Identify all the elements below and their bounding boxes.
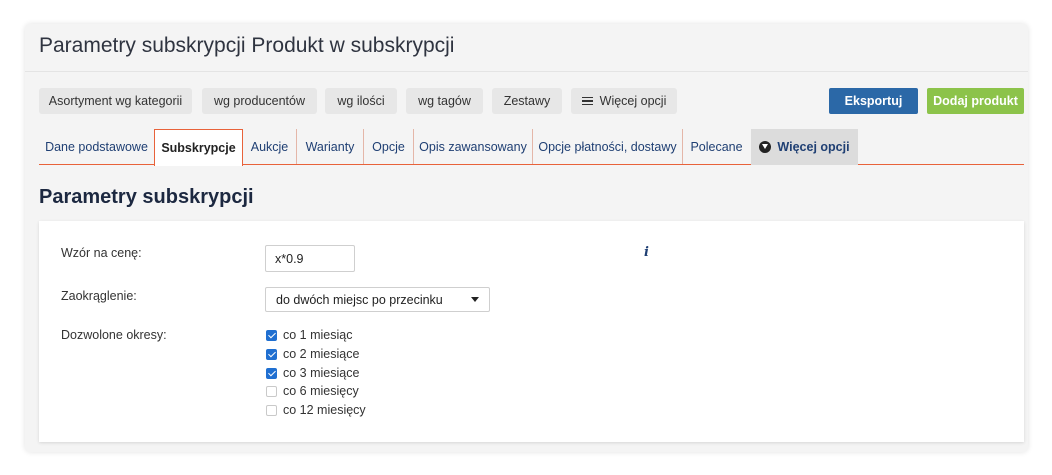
add-product-button[interactable]: Dodaj produkt bbox=[927, 88, 1024, 114]
rounding-selected-value: do dwóch miejsc po przecinku bbox=[276, 292, 443, 307]
filter-by-quantity-button[interactable]: wg ilości bbox=[325, 88, 397, 114]
tabs-bar: Dane podstawowe Subskrypcje Aukcje Waria… bbox=[39, 129, 1024, 166]
circle-down-icon bbox=[759, 141, 772, 153]
export-button[interactable]: Eksportuj bbox=[829, 88, 918, 114]
page-title: Parametry subskrypcji Produkt w subskryp… bbox=[39, 34, 455, 57]
tab-basic-data[interactable]: Dane podstawowe bbox=[39, 129, 154, 165]
period-option-label: co 3 miesiące bbox=[283, 366, 360, 380]
allowed-periods-label: Dozwolone okresy: bbox=[61, 328, 167, 342]
checkbox[interactable] bbox=[266, 385, 277, 397]
checkbox[interactable] bbox=[266, 348, 277, 360]
tab-more-options-label: Więcej opcji bbox=[777, 140, 850, 154]
price-formula-label: Wzór na cenę: bbox=[61, 246, 142, 260]
period-option[interactable]: co 1 miesiąc bbox=[266, 327, 352, 343]
section-title: Parametry subskrypcji bbox=[39, 186, 254, 208]
tab-variants[interactable]: Warianty bbox=[297, 129, 363, 165]
period-option[interactable]: co 3 miesiące bbox=[266, 365, 359, 381]
price-formula-input[interactable] bbox=[265, 245, 355, 272]
filter-by-tags-button[interactable]: wg tagów bbox=[406, 88, 483, 114]
checkbox[interactable] bbox=[266, 367, 277, 379]
period-option-label: co 2 miesiące bbox=[283, 347, 360, 361]
rounding-select[interactable]: do dwóch miejsc po przecinku bbox=[265, 287, 490, 312]
period-option-label: co 12 miesięcy bbox=[283, 403, 366, 417]
checkbox[interactable] bbox=[266, 404, 277, 416]
period-option[interactable]: co 12 miesięcy bbox=[266, 402, 366, 418]
menu-icon bbox=[581, 96, 593, 106]
tab-options[interactable]: Opcje bbox=[364, 129, 413, 165]
tab-more-options[interactable]: Więcej opcji bbox=[751, 129, 858, 165]
checkbox[interactable] bbox=[266, 329, 277, 341]
tab-advanced-description[interactable]: Opis zawansowany bbox=[414, 129, 532, 165]
period-option-label: co 1 miesiąc bbox=[283, 328, 353, 342]
filter-more-options-button[interactable]: Więcej opcji bbox=[571, 88, 677, 114]
rounding-label: Zaokrąglenie: bbox=[61, 289, 137, 303]
tab-recommended[interactable]: Polecane bbox=[683, 129, 750, 165]
period-option[interactable]: co 2 miesiące bbox=[266, 346, 359, 362]
period-option[interactable]: co 6 miesięcy bbox=[266, 383, 359, 399]
info-icon[interactable]: i bbox=[644, 245, 649, 260]
tab-auctions[interactable]: Aukcje bbox=[243, 129, 296, 165]
caret-down-icon bbox=[471, 297, 479, 302]
filter-by-category-button[interactable]: Asortyment wg kategorii bbox=[39, 88, 192, 114]
filter-more-options-label: Więcej opcji bbox=[599, 94, 667, 108]
tab-payment-shipping-options[interactable]: Opcje płatności, dostawy bbox=[533, 129, 682, 165]
filter-by-producer-button[interactable]: wg producentów bbox=[202, 88, 317, 114]
period-option-label: co 6 miesięcy bbox=[283, 384, 359, 398]
title-divider bbox=[25, 71, 1028, 72]
tab-subscriptions[interactable]: Subskrypcje bbox=[154, 129, 243, 166]
filter-sets-button[interactable]: Zestawy bbox=[492, 88, 562, 114]
form-panel bbox=[39, 221, 1024, 442]
